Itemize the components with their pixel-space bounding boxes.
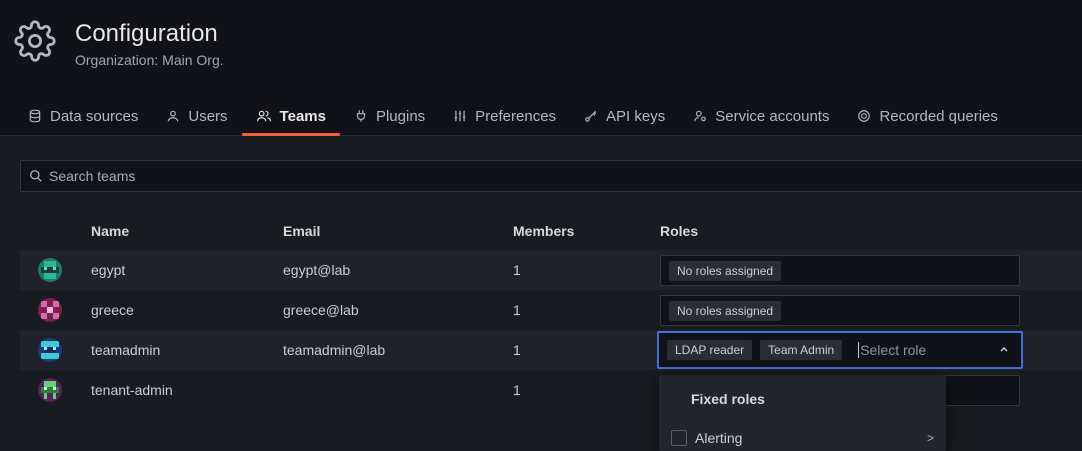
gear-icon [14, 20, 56, 62]
role-dropdown-menu: Fixed roles Alerting > [659, 375, 946, 451]
role-picker[interactable]: No roles assigned [660, 255, 1020, 286]
table-row[interactable]: greece greece@lab 1 No roles assigned [20, 290, 1082, 330]
dropdown-section-title: Fixed roles [691, 391, 765, 407]
tab-label: Preferences [475, 107, 557, 125]
team-name[interactable]: egypt [91, 262, 125, 278]
page-subtitle: Organization: Main Org. [75, 52, 224, 68]
page-title: Configuration [75, 20, 218, 47]
column-header-roles[interactable]: Roles [660, 223, 698, 239]
team-members: 1 [513, 342, 521, 358]
team-members: 1 [513, 382, 521, 398]
tab-api-keys[interactable]: API keys [570, 96, 679, 136]
tab-label: Recorded queries [879, 107, 998, 125]
plug-icon [356, 110, 366, 122]
tab-label: Data sources [50, 107, 139, 125]
role-chip: No roles assigned [669, 260, 782, 281]
team-email: teamadmin@lab [283, 342, 386, 358]
tab-label: Service accounts [715, 107, 830, 125]
column-header-members[interactable]: Members [513, 223, 574, 239]
role-checkbox[interactable] [671, 430, 687, 446]
avatar [38, 338, 62, 362]
tab-label: Users [188, 107, 228, 125]
column-header-name[interactable]: Name [91, 223, 129, 239]
search-input[interactable] [49, 168, 449, 184]
dropdown-item-alerting[interactable]: Alerting > [659, 425, 946, 451]
team-email: greece@lab [283, 302, 359, 318]
tab-recorded-queries[interactable]: Recorded queries [843, 96, 1011, 136]
chevron-right-icon[interactable]: > [927, 431, 934, 445]
table-row[interactable]: teamadmin teamadmin@lab 1 LDAP reader Te… [20, 330, 1082, 370]
sliders-icon [454, 110, 466, 122]
team-members: 1 [513, 302, 521, 318]
team-email: egypt@lab [283, 262, 351, 278]
users-icon [256, 110, 271, 122]
table-row[interactable]: egypt egypt@lab 1 No roles assigned [20, 250, 1082, 290]
tab-bar: Data sources Users Teams Plugins Prefere… [14, 96, 1012, 136]
chevron-up-icon[interactable] [999, 344, 1009, 354]
tab-teams[interactable]: Teams [241, 96, 341, 136]
team-name[interactable]: greece [91, 302, 134, 318]
database-icon [29, 109, 41, 123]
key-icon [585, 110, 597, 122]
page-header: Configuration Organization: Main Org. Da… [0, 0, 1082, 136]
team-name[interactable]: teamadmin [91, 342, 160, 358]
tab-preferences[interactable]: Preferences [439, 96, 570, 136]
tab-label: API keys [606, 107, 666, 125]
role-chip[interactable]: LDAP reader [667, 340, 753, 360]
user-icon [168, 110, 179, 122]
tab-data-sources[interactable]: Data sources [14, 96, 152, 136]
team-name[interactable]: tenant-admin [91, 382, 173, 398]
search-box[interactable] [20, 160, 1082, 192]
role-chip[interactable]: Team Admin [760, 340, 843, 360]
record-icon [858, 110, 871, 122]
tab-label: Teams [279, 107, 326, 125]
role-picker[interactable]: No roles assigned [660, 295, 1020, 326]
tab-service-accounts[interactable]: Service accounts [679, 96, 843, 136]
avatar [38, 378, 62, 402]
column-header-email[interactable]: Email [283, 223, 320, 239]
dropdown-item-label: Alerting [695, 430, 743, 446]
role-search-input[interactable] [858, 342, 979, 358]
role-picker[interactable]: LDAP reader Team Admin [657, 331, 1023, 369]
team-members: 1 [513, 262, 521, 278]
tab-users[interactable]: Users [152, 96, 241, 136]
avatar [38, 298, 62, 322]
avatar [38, 258, 62, 282]
role-chip: No roles assigned [669, 300, 782, 321]
tab-plugins[interactable]: Plugins [340, 96, 439, 136]
tab-label: Plugins [375, 107, 426, 125]
search-icon [30, 170, 42, 182]
service-account-icon [694, 110, 707, 122]
